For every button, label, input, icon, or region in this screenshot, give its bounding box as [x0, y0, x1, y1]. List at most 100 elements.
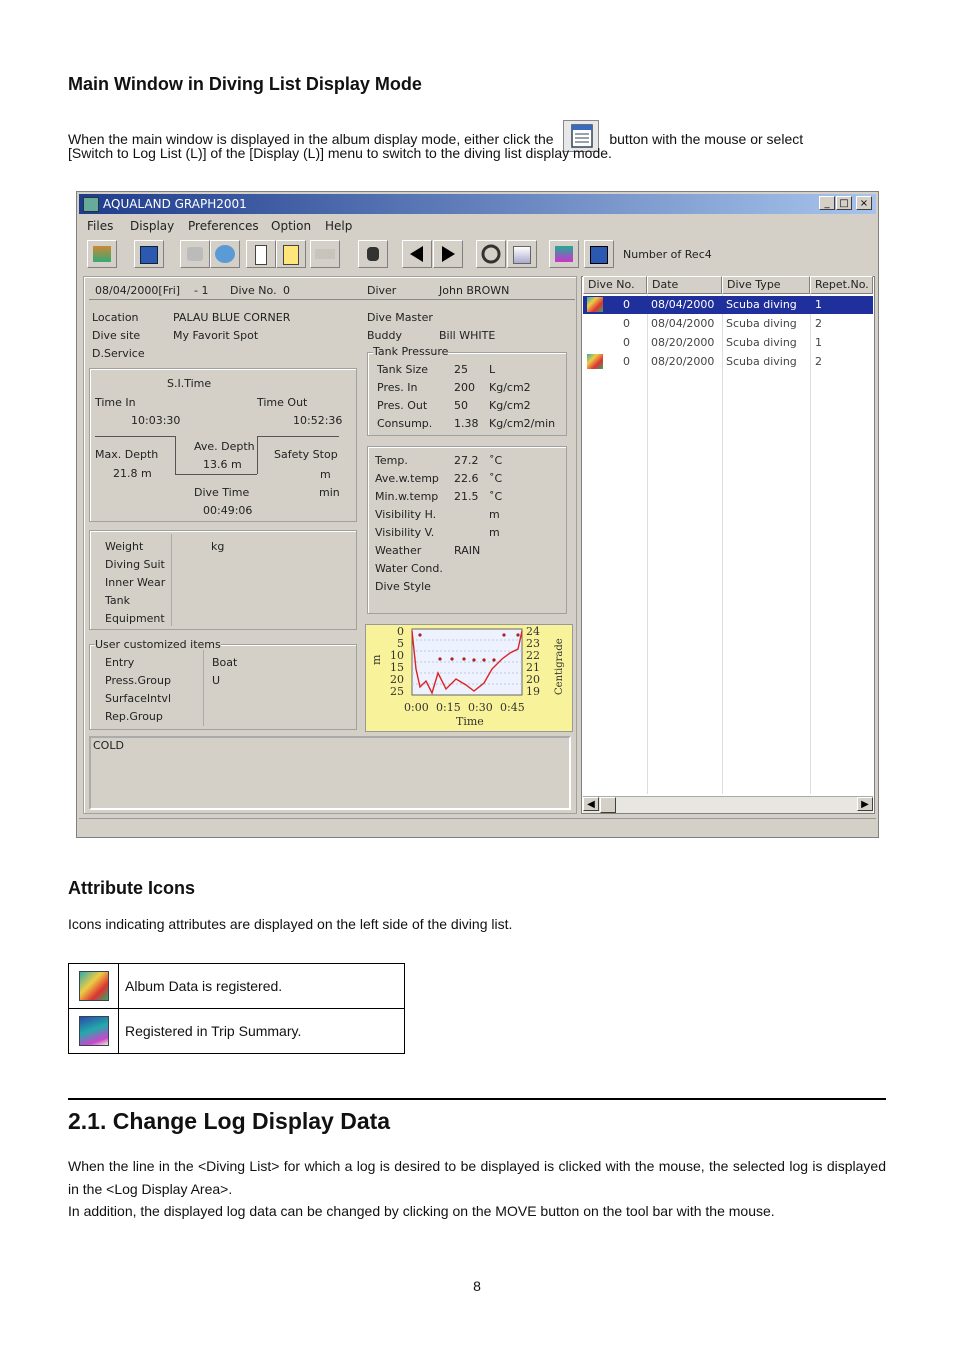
list-cell-date: 08/20/2000: [651, 355, 715, 368]
note-button[interactable]: [276, 240, 306, 268]
trip-summary-desc: Registered in Trip Summary.: [118, 1008, 405, 1054]
condition-label: Min.w.temp: [375, 490, 439, 503]
list-cell-no: 0: [623, 317, 630, 330]
diver-label: Diver: [367, 284, 397, 297]
list-cell-date: 08/04/2000: [651, 298, 715, 311]
temperature-point: [438, 657, 442, 661]
edit-button[interactable]: [210, 240, 240, 268]
depth-bracket-mid: [257, 436, 258, 474]
temperature-point: [472, 658, 476, 662]
tank-row-value: 25: [454, 363, 468, 376]
condition-label: Weather: [375, 544, 422, 557]
list-cell-type: Scuba diving: [726, 355, 797, 368]
list-cell-rep: 2: [815, 355, 822, 368]
dive-profile-chart: 0 5 10 15 20 25 24 23 22 21 20 19 0:00 0:15 0:30 0:45 Ti…: [365, 624, 573, 732]
list-item[interactable]: 0 08/20/2000 Scuba diving 2: [583, 353, 873, 371]
close-button[interactable]: ×: [856, 196, 872, 210]
menu-preferences[interactable]: Preferences: [188, 219, 259, 233]
search-icon[interactable]: [358, 240, 388, 268]
menu-files[interactable]: Files: [87, 219, 113, 233]
scroll-thumb[interactable]: [600, 797, 616, 813]
user-item-value: Boat: [212, 656, 238, 669]
print-button[interactable]: [180, 240, 210, 268]
condition-value: 27.2: [454, 454, 479, 467]
log-list-button[interactable]: [134, 240, 164, 268]
location-label: Location: [92, 311, 139, 324]
window-titlebar: AQUALAND GRAPH2001 _ □ ×: [79, 194, 876, 214]
safety-stop-m: m: [320, 468, 331, 481]
tank-row-unit: Kg/cm2: [489, 399, 531, 412]
condition-label: Visibility V.: [375, 526, 435, 539]
list-item[interactable]: 0 08/20/2000 Scuba diving 1: [583, 334, 873, 352]
condition-value: RAIN: [454, 544, 481, 557]
list-column-header[interactable]: Dive Type: [722, 276, 810, 294]
move-prev-button[interactable]: [402, 240, 432, 268]
buddy-label: Buddy: [367, 329, 402, 342]
list-cell-type: Scuba diving: [726, 336, 797, 349]
list-cell-date: 08/04/2000: [651, 317, 715, 330]
tank-row-label: Pres. In: [377, 381, 418, 394]
gear-icon[interactable]: [476, 240, 506, 268]
depth-bracket-right: [257, 436, 339, 437]
time-out-value: 10:52:36: [293, 414, 343, 427]
window-title: AQUALAND GRAPH2001: [103, 197, 247, 211]
list-cell-rep: 2: [815, 317, 822, 330]
gear-label: Weight: [105, 540, 144, 553]
condition-unit: m: [489, 526, 500, 539]
graph-button[interactable]: [507, 240, 537, 268]
album-view-button[interactable]: [87, 240, 117, 268]
menu-option[interactable]: Option: [271, 219, 311, 233]
user-item-label: SurfaceIntvl: [105, 692, 171, 705]
scroll-right-icon[interactable]: ▶: [857, 797, 873, 811]
dive-no-label: Dive No.: [230, 284, 277, 297]
condition-label: Dive Style: [375, 580, 431, 593]
user-item-label: Rep.Group: [105, 710, 163, 723]
tank-pressure-label: Tank Pressure: [373, 345, 449, 358]
list-cell-rep: 1: [815, 336, 822, 349]
tank-row-unit: Kg/cm2/min: [489, 417, 556, 430]
user-item-label: Press.Group: [105, 674, 171, 687]
album-data-icon-cell: [68, 963, 119, 1009]
minimize-button[interactable]: _: [819, 196, 835, 210]
memo-field[interactable]: COLD: [89, 736, 571, 810]
si-time-label: S.I.Time: [167, 377, 212, 390]
trip-summary-button[interactable]: [549, 240, 579, 268]
status-bar: [79, 818, 876, 835]
safety-stop-min: min: [319, 486, 340, 499]
safety-stop-label: Safety Stop: [274, 448, 338, 461]
memo-text: COLD: [93, 739, 124, 752]
tank-row-unit: Kg/cm2: [489, 381, 531, 394]
list-column-header[interactable]: Dive No.: [583, 276, 647, 294]
move-next-button[interactable]: [433, 240, 463, 268]
weight-unit: kg: [211, 540, 225, 553]
dive-no-value: 0: [283, 284, 290, 297]
scroll-left-icon[interactable]: ◀: [583, 797, 599, 811]
list-column-header[interactable]: Date: [647, 276, 722, 294]
menu-help[interactable]: Help: [325, 219, 352, 233]
attribute-icons-table: Album Data is registered. Registered in …: [68, 963, 405, 1054]
max-depth-label: Max. Depth: [95, 448, 159, 461]
app-icon: [83, 197, 99, 212]
section-heading-main-window: Main Window in Diving List Display Mode: [68, 74, 422, 94]
dive-profile-svg: 05101520252423222120190:00 0:15 0:30 0:45Ti…: [370, 625, 565, 728]
log-seq: - 1: [194, 284, 209, 297]
change-log-para1: When the line in the <Diving List> for w…: [68, 1158, 886, 1197]
tank-row-unit: L: [489, 363, 496, 376]
ave-depth-value: 13.6 m: [203, 458, 242, 471]
list-item[interactable]: 0 08/04/2000 Scuba diving 2: [583, 315, 873, 333]
divemaster-label: Dive Master: [367, 311, 433, 324]
tank-row-label: Consump.: [377, 417, 433, 430]
menu-display[interactable]: Display: [130, 219, 174, 233]
user-item-value: U: [212, 674, 221, 687]
horizontal-scrollbar[interactable]: ◀ ▶: [583, 796, 873, 813]
list-item[interactable]: 0 08/04/2000 Scuba diving 1: [583, 296, 873, 314]
section-heading-attribute-icons: Attribute Icons: [68, 878, 196, 898]
new-page-button[interactable]: [246, 240, 276, 268]
list-cell-rep: 1: [815, 298, 822, 311]
list-column-header[interactable]: Repet.No.: [810, 276, 873, 294]
photo-button[interactable]: [584, 240, 614, 268]
tank-row-value: 50: [454, 399, 468, 412]
maximize-button[interactable]: □: [836, 196, 852, 210]
left-tick-label: 25: [390, 685, 404, 698]
depth-bracket-bottom: [175, 474, 257, 475]
